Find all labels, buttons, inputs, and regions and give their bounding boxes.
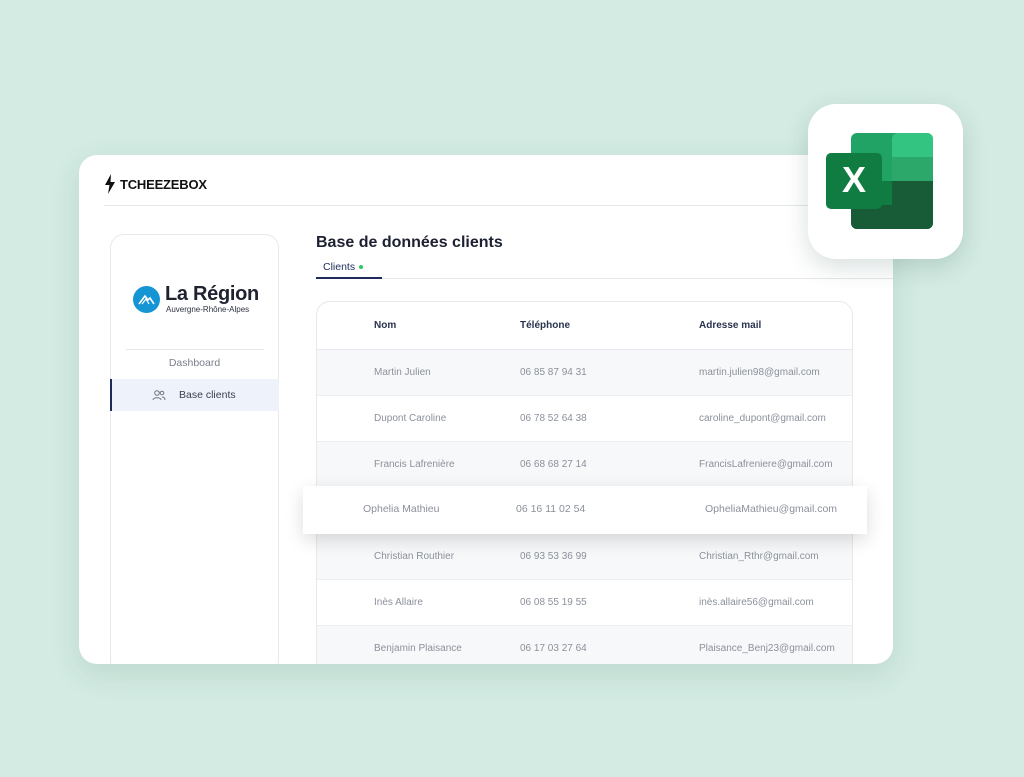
- column-header-phone[interactable]: Téléphone: [520, 320, 570, 331]
- tab-bar: Clients: [316, 260, 893, 279]
- cell-email: inès.allaire56@gmail.com: [699, 597, 814, 608]
- users-icon: [152, 390, 166, 401]
- cell-phone: 06 85 87 94 31: [520, 367, 587, 378]
- cell-name: Francis Lafrenière: [374, 459, 455, 470]
- page-title: Base de données clients: [316, 234, 503, 251]
- column-header-email[interactable]: Adresse mail: [699, 320, 761, 331]
- column-header-name[interactable]: Nom: [374, 320, 396, 331]
- highlighted-table-row[interactable]: Ophelia Mathieu 06 16 11 02 54 OpheliaMa…: [303, 486, 867, 534]
- cell-phone: 06 16 11 02 54: [516, 503, 586, 515]
- cell-email: OpheliaMathieu@gmail.com: [705, 503, 838, 515]
- logo-subtitle: Auvergne-Rhône-Alpes: [166, 305, 250, 314]
- table-row[interactable]: Inès Allaire 06 08 55 19 55 inès.allaire…: [317, 580, 852, 626]
- cell-phone: 06 78 52 64 38: [520, 413, 587, 424]
- cell-name: Benjamin Plaisance: [374, 643, 462, 654]
- sidebar-item-label: Base clients: [179, 389, 236, 401]
- sidebar-divider: [126, 349, 264, 350]
- cell-name: Ophelia Mathieu: [363, 503, 440, 515]
- mountain-icon: [133, 285, 160, 313]
- cell-email: FrancisLafreniere@gmail.com: [699, 459, 833, 470]
- cell-name: Martin Julien: [374, 367, 431, 378]
- status-dot-icon: [359, 265, 364, 270]
- cell-phone: 06 08 55 19 55: [520, 597, 587, 608]
- cell-email: Plaisance_Benj23@gmail.com: [699, 643, 835, 654]
- excel-icon[interactable]: X: [808, 104, 963, 259]
- cell-email: Christian_Rthr@gmail.com: [699, 551, 819, 562]
- sidebar: La Région Auvergne-Rhône-Alpes Dashboard…: [110, 234, 279, 664]
- clients-table: Nom Téléphone Adresse mail Martin Julien…: [316, 301, 853, 664]
- sidebar-item-base-clients[interactable]: Base clients: [110, 379, 279, 411]
- logo-title: La Région: [165, 283, 259, 305]
- region-logo: La Région Auvergne-Rhône-Alpes: [133, 284, 259, 314]
- cell-name: Inès Allaire: [374, 597, 423, 608]
- cell-name: Christian Routhier: [374, 551, 455, 562]
- table-row[interactable]: Francis Lafrenière 06 68 68 27 14 Franci…: [317, 442, 852, 488]
- top-bar: TCHEEZEBOX: [104, 155, 864, 206]
- excel-letter: X: [842, 159, 866, 200]
- table-row[interactable]: Dupont Caroline 06 78 52 64 38 caroline_…: [317, 396, 852, 442]
- table-header: Nom Téléphone Adresse mail: [317, 302, 852, 350]
- brand-logo[interactable]: TCHEEZEBOX: [104, 174, 207, 194]
- cell-name: Dupont Caroline: [374, 413, 447, 424]
- sidebar-item-dashboard[interactable]: Dashboard: [111, 355, 278, 371]
- brand-name: TCHEEZEBOX: [120, 176, 207, 192]
- tab-label: Clients: [323, 261, 356, 273]
- tab-clients[interactable]: Clients: [316, 260, 382, 279]
- cell-phone: 06 93 53 36 99: [520, 551, 587, 562]
- table-row[interactable]: Benjamin Plaisance 06 17 03 27 64 Plaisa…: [317, 626, 852, 664]
- cell-email: martin.julien98@gmail.com: [699, 367, 820, 378]
- cell-phone: 06 17 03 27 64: [520, 643, 587, 654]
- app-window: TCHEEZEBOX La Région Auvergne-Rhône-Alpe…: [79, 155, 893, 664]
- table-row[interactable]: Christian Routhier 06 93 53 36 99 Christ…: [317, 534, 852, 580]
- cell-email: caroline_dupont@gmail.com: [699, 413, 826, 424]
- cell-phone: 06 68 68 27 14: [520, 459, 587, 470]
- table-row[interactable]: Martin Julien 06 85 87 94 31 martin.juli…: [317, 350, 852, 396]
- lightning-icon: [105, 174, 115, 194]
